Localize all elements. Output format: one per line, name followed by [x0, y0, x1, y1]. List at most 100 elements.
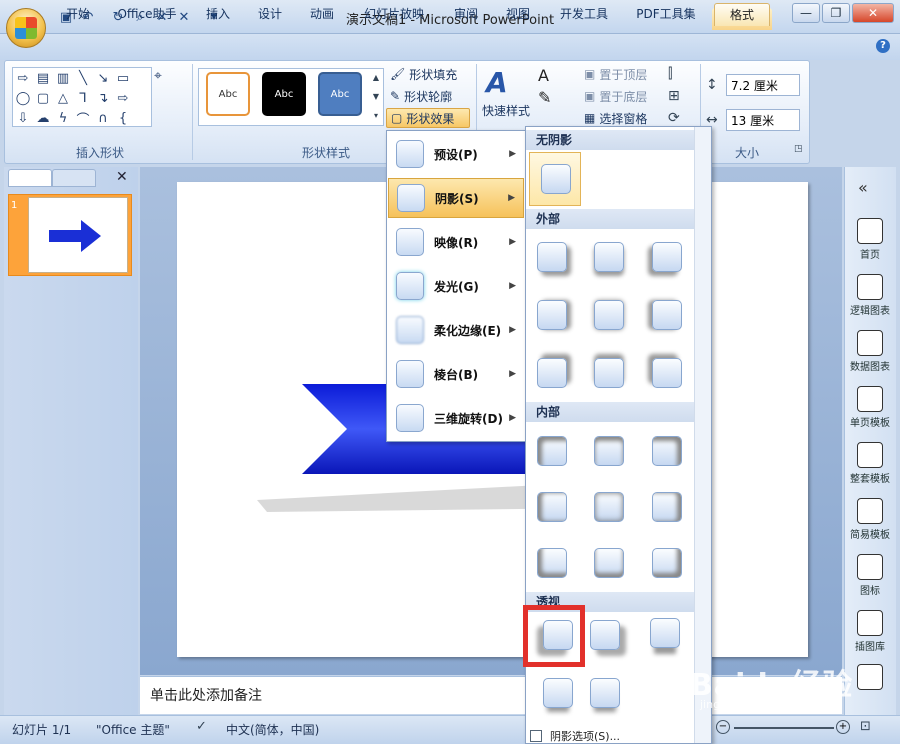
oval-icon[interactable]: ◯ [16, 91, 31, 106]
tab-slideshow[interactable]: 幻灯片放映 [358, 3, 430, 26]
menu-item-3d-rotation[interactable]: 三维旋转(D) ▶ [388, 398, 524, 438]
slide-thumbnail-canvas[interactable] [28, 197, 128, 273]
shape-gallery[interactable]: ⇨ ▤ ▥ ╲ ↘ ▭ ◯ ▢ △ ⅂ ↴ ⇨ ⇩ ☁ ϟ ⌒ ∩ { [12, 67, 152, 128]
style-preset-orange[interactable]: Abc [206, 72, 250, 116]
shape-outline-button[interactable]: ✎ 形状轮廓 [386, 86, 482, 106]
rp-illustrations[interactable]: 插图库 [844, 610, 896, 653]
inner-shadow-8[interactable] [594, 548, 624, 578]
style-preset-blue[interactable]: Abc [318, 72, 362, 116]
minimize-button[interactable]: — [792, 3, 820, 23]
rp-icons[interactable]: 图标 [844, 554, 896, 597]
tab-design[interactable]: 设计 [250, 3, 290, 26]
outer-shadow-4[interactable] [537, 300, 567, 330]
width-input[interactable]: 13 厘米 [726, 109, 800, 131]
curve-icon[interactable]: ∩ [98, 111, 108, 126]
inner-shadow-1[interactable] [537, 436, 567, 466]
outer-shadow-5[interactable] [594, 300, 624, 330]
shape-fill-button[interactable]: 🖌 形状填充 [386, 64, 482, 84]
menu-item-shadow[interactable]: 阴影(S) ▶ [388, 178, 524, 218]
arrow-right-icon[interactable]: ⇨ [18, 71, 29, 86]
tab-insert[interactable]: 插入 [198, 3, 238, 26]
height-input[interactable]: 7.2 厘米 [726, 74, 800, 96]
tab-home[interactable]: 开始 [58, 3, 98, 26]
send-to-back-button[interactable]: ▣ 置于底层 [580, 86, 676, 106]
selection-pane-button[interactable]: ▦ 选择窗格 [580, 108, 676, 128]
group-icon[interactable]: ⊞ [668, 88, 680, 104]
inner-shadow-3[interactable] [652, 436, 682, 466]
tab-animation[interactable]: 动画 [302, 3, 342, 26]
inner-shadow-7[interactable] [537, 548, 567, 578]
submenu-scrollbar[interactable] [694, 127, 711, 743]
quick-styles-icon[interactable]: A [486, 66, 526, 99]
outer-shadow-2[interactable] [594, 242, 624, 272]
inner-shadow-4[interactable] [537, 492, 567, 522]
perspective-shadow-5[interactable] [590, 678, 620, 708]
line-arrow-icon[interactable]: ↘ [98, 71, 109, 86]
text-outline-icon[interactable]: ✎ [538, 88, 551, 107]
help-icon[interactable]: ? [876, 39, 890, 53]
shadow-options-item[interactable]: 阴影选项(S)... [526, 728, 694, 744]
perspective-shadow-2[interactable] [590, 620, 620, 650]
perspective-shadow-4[interactable] [543, 678, 573, 708]
tab-format[interactable]: 格式 [714, 3, 770, 26]
down-arrow-icon[interactable]: ⇩ [18, 111, 29, 126]
block-arrow-icon[interactable]: ⇨ [118, 91, 129, 106]
triangle-icon[interactable]: △ [58, 91, 68, 106]
rp-home[interactable]: 首页 [844, 218, 896, 261]
tab-developer[interactable]: 开发工具 [552, 3, 616, 26]
line-icon[interactable]: ╲ [79, 71, 87, 86]
zoom-out-icon[interactable]: − [716, 720, 730, 734]
cloud-icon[interactable]: ☁ [37, 111, 50, 126]
panel-close-icon[interactable]: ✕ [116, 169, 128, 185]
vertical-textbox-icon[interactable]: ▥ [57, 71, 69, 86]
outer-shadow-3[interactable] [652, 242, 682, 272]
text-fill-icon[interactable]: A [538, 66, 549, 85]
rp-logic-chart[interactable]: 逻辑图表 [844, 274, 896, 317]
tab-pdf[interactable]: PDF工具集 [630, 3, 702, 26]
elbow-icon[interactable]: ⅂ [79, 91, 86, 106]
outer-shadow-6[interactable] [652, 300, 682, 330]
zoom-in-icon[interactable]: + [836, 720, 850, 734]
bring-to-front-button[interactable]: ▣ 置于顶层 [580, 64, 676, 84]
rounded-rect-icon[interactable]: ▢ [37, 91, 49, 106]
inner-shadow-5[interactable] [594, 492, 624, 522]
spellcheck-icon[interactable]: ✓ [196, 719, 207, 734]
align-icon[interactable]: ⫿ [668, 66, 672, 82]
rp-simple-template[interactable]: 简易模板 [844, 498, 896, 541]
rp-single-template[interactable]: 单页模板 [844, 386, 896, 429]
menu-item-glow[interactable]: 发光(G) ▶ [388, 266, 524, 306]
tab-review[interactable]: 审阅 [446, 3, 486, 26]
rectangle-icon[interactable]: ▭ [117, 71, 129, 86]
office-button[interactable] [6, 8, 46, 48]
lightning-icon[interactable]: ϟ [59, 111, 68, 126]
outer-shadow-8[interactable] [594, 358, 624, 388]
outline-tab[interactable] [52, 169, 96, 187]
outer-shadow-9[interactable] [652, 358, 682, 388]
no-shadow-option[interactable] [529, 152, 581, 206]
outer-shadow-1[interactable] [537, 242, 567, 272]
edit-shape-icon[interactable]: ⌖ [154, 68, 188, 126]
rp-full-template[interactable]: 整套模板 [844, 442, 896, 485]
gallery-scroll[interactable]: ▲ ▼ ▾ [370, 68, 382, 126]
tab-office-assistant[interactable]: Office助手 [112, 3, 182, 26]
arc-icon[interactable]: ⌒ [76, 109, 89, 128]
rp-data-chart[interactable]: 数据图表 [844, 330, 896, 373]
collapse-icon[interactable]: « [858, 178, 868, 197]
language-indicator[interactable]: 中文(简体，中国) [226, 721, 319, 738]
inner-shadow-2[interactable] [594, 436, 624, 466]
tab-view[interactable]: 视图 [498, 3, 538, 26]
menu-item-preset[interactable]: 预设(P) ▶ [388, 134, 524, 174]
inner-shadow-9[interactable] [652, 548, 682, 578]
menu-item-reflection[interactable]: 映像(R) ▶ [388, 222, 524, 262]
restore-button[interactable]: ❐ [822, 3, 850, 23]
style-preset-black[interactable]: Abc [262, 72, 306, 116]
textbox-icon[interactable]: ▤ [37, 71, 49, 86]
size-launcher-icon[interactable]: ◳ [794, 144, 803, 154]
window-close-button[interactable]: ✕ [852, 3, 894, 23]
zoom-slider[interactable] [734, 727, 834, 729]
menu-item-soft-edges[interactable]: 柔化边缘(E) ▶ [388, 310, 524, 350]
perspective-shadow-3[interactable] [650, 618, 680, 648]
elbow-arrow-icon[interactable]: ↴ [98, 91, 109, 106]
rotate-icon[interactable]: ⟳ [668, 110, 680, 126]
slides-tab[interactable] [8, 169, 52, 187]
